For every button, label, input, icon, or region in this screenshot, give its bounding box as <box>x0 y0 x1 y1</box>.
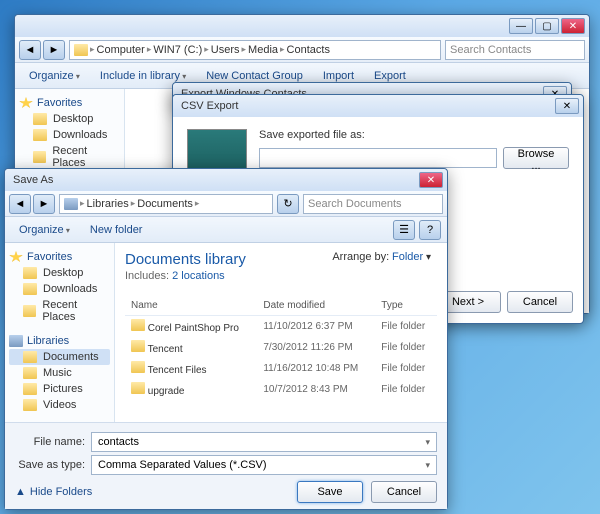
search-input[interactable]: Search Contacts <box>445 40 585 60</box>
forward-button[interactable]: ► <box>43 40 65 60</box>
library-icon <box>64 198 78 210</box>
folder-icon <box>23 367 37 379</box>
hide-folders-toggle[interactable]: ▲ Hide Folders <box>15 486 289 498</box>
saveas-sidebar: Favorites Desktop Downloads Recent Place… <box>5 243 115 443</box>
save-as-title: Save As <box>9 174 419 186</box>
close-button[interactable]: ✕ <box>419 172 443 188</box>
folder-icon <box>23 267 37 279</box>
save-as-dialog: Save As ✕ ◄ ► ▸ Libraries▸ Documents▸ ↻ … <box>4 168 448 510</box>
col-name[interactable]: Name <box>125 296 257 316</box>
folder-icon <box>33 151 46 163</box>
folder-icon <box>131 319 145 331</box>
savetype-select[interactable]: Comma Separated Values (*.CSV) <box>91 455 437 475</box>
organize-menu[interactable]: Organize <box>21 67 88 85</box>
libraries-header[interactable]: Libraries <box>9 333 110 349</box>
crumb[interactable]: Documents <box>137 198 193 210</box>
back-button[interactable]: ◄ <box>19 40 41 60</box>
sidebar-item-music[interactable]: Music <box>9 365 110 381</box>
sidebar-item-desktop[interactable]: Desktop <box>19 111 120 127</box>
explorer-nav-row: ◄ ► ▸ Computer▸ WIN7 (C:)▸ Users▸ Media▸… <box>15 37 589 63</box>
view-options-button[interactable]: ☰ <box>393 220 415 240</box>
filename-input[interactable]: contacts <box>91 432 437 452</box>
favorites-header[interactable]: Favorites <box>19 95 120 111</box>
help-button[interactable]: ? <box>419 220 441 240</box>
address-bar[interactable]: ▸ Computer▸ WIN7 (C:)▸ Users▸ Media▸ Con… <box>69 40 441 60</box>
crumb[interactable]: Contacts <box>287 44 330 56</box>
forward-button[interactable]: ► <box>33 194 55 214</box>
favorites-header[interactable]: Favorites <box>9 249 110 265</box>
cancel-button[interactable]: Cancel <box>371 481 437 503</box>
save-button[interactable]: Save <box>297 481 363 503</box>
minimize-button[interactable]: — <box>509 18 533 34</box>
close-button[interactable]: ✕ <box>555 98 579 114</box>
table-row[interactable]: Tencent Files11/16/2012 10:48 PMFile fol… <box>125 358 437 379</box>
search-input[interactable]: Search Documents <box>303 194 443 214</box>
locations-link[interactable]: 2 locations <box>172 270 225 282</box>
library-subheading: Includes: 2 locations <box>125 270 437 282</box>
csv-dialog-title: CSV Export <box>177 100 555 112</box>
col-date[interactable]: Date modified <box>257 296 375 316</box>
table-row[interactable]: Tencent7/30/2012 11:26 PMFile folder <box>125 337 437 358</box>
refresh-button[interactable]: ↻ <box>277 194 299 214</box>
table-row[interactable]: Corel PaintShop Pro11/10/2012 6:37 PMFil… <box>125 316 437 338</box>
crumb[interactable]: Computer <box>97 44 145 56</box>
crumb[interactable]: WIN7 (C:) <box>153 44 202 56</box>
folder-icon <box>23 351 37 363</box>
cancel-button[interactable]: Cancel <box>507 291 573 313</box>
address-bar[interactable]: ▸ Libraries▸ Documents▸ <box>59 194 273 214</box>
sidebar-item-desktop[interactable]: Desktop <box>9 265 110 281</box>
sidebar-item-downloads[interactable]: Downloads <box>9 281 110 297</box>
folder-icon <box>23 383 37 395</box>
crumb[interactable]: Users <box>211 44 240 56</box>
folder-icon <box>131 382 145 394</box>
folder-icon <box>23 283 37 295</box>
organize-menu[interactable]: Organize <box>11 221 78 239</box>
folder-icon <box>131 361 145 373</box>
sidebar-item-videos[interactable]: Videos <box>9 397 110 413</box>
sidebar-item-pictures[interactable]: Pictures <box>9 381 110 397</box>
table-row[interactable]: upgrade10/7/2012 8:43 PMFile folder <box>125 379 437 400</box>
savetype-label: Save as type: <box>15 459 85 471</box>
new-folder-button[interactable]: New folder <box>82 221 151 239</box>
folder-icon <box>23 399 37 411</box>
col-type[interactable]: Type <box>375 296 437 316</box>
folder-icon <box>33 129 47 141</box>
arrange-by[interactable]: Arrange by: Folder ▾ <box>332 251 431 263</box>
maximize-button[interactable]: ▢ <box>535 18 559 34</box>
export-path-input[interactable] <box>259 148 497 168</box>
back-button[interactable]: ◄ <box>9 194 31 214</box>
save-as-bottom: File name: contacts Save as type: Comma … <box>5 422 447 509</box>
crumb[interactable]: Libraries <box>87 198 129 210</box>
library-icon <box>9 335 23 347</box>
sidebar-item-recent[interactable]: Recent Places <box>19 143 120 171</box>
save-exported-label: Save exported file as: <box>259 129 569 141</box>
folder-icon <box>33 113 47 125</box>
close-button[interactable]: ✕ <box>561 18 585 34</box>
explorer-titlebar: — ▢ ✕ <box>15 15 589 37</box>
file-table: Name Date modified Type Corel PaintShop … <box>125 296 437 400</box>
filename-label: File name: <box>15 436 85 448</box>
file-listing: Documents library Includes: 2 locations … <box>115 243 447 443</box>
browse-button[interactable]: Browse ... <box>503 147 569 169</box>
star-icon <box>9 251 23 263</box>
sidebar-item-documents[interactable]: Documents <box>9 349 110 365</box>
folder-icon <box>23 305 36 317</box>
star-icon <box>19 97 33 109</box>
folder-icon <box>74 44 88 56</box>
crumb[interactable]: Media <box>248 44 278 56</box>
folder-icon <box>131 340 145 352</box>
sidebar-item-recent[interactable]: Recent Places <box>9 297 110 325</box>
sidebar-item-downloads[interactable]: Downloads <box>19 127 120 143</box>
